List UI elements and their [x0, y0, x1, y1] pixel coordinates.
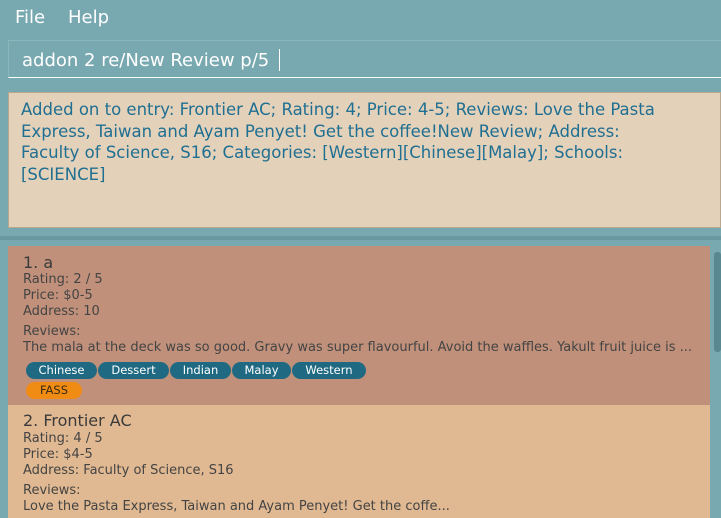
entry-title: 2. Frontier AC	[23, 411, 132, 430]
scrollbar-thumb[interactable]	[714, 252, 721, 352]
list-scrollbar[interactable]	[712, 246, 721, 518]
result-line: Faculty of Science, S16; Categories: [We…	[21, 143, 624, 162]
entry-list: 1. a Rating: 2 / 5 Price: $0-5 Address: …	[8, 246, 710, 518]
entry-address: Address: Faculty of Science, S16	[23, 463, 234, 478]
entry-reviews-label: Reviews:	[23, 483, 81, 498]
entry-rating: Rating: 4 / 5	[23, 431, 103, 446]
entry-price: Price: $4-5	[23, 447, 93, 462]
entry-title: 1. a	[23, 253, 54, 272]
command-text[interactable]: addon 2 re/New Review p/5	[22, 50, 269, 71]
category-tag: Western	[292, 362, 366, 379]
entry-reviews: Love the Pasta Express, Taiwan and Ayam …	[23, 499, 450, 514]
category-tag: Malay	[232, 362, 291, 379]
text-caret	[279, 49, 280, 71]
panel-divider	[0, 236, 721, 240]
result-line: Express, Taiwan and Ayam Penyet! Get the…	[21, 121, 620, 141]
result-message: Added on to entry: Frontier AC; Rating: …	[21, 99, 711, 185]
entry-reviews-label: Reviews:	[23, 324, 81, 339]
category-tag: Indian	[170, 362, 231, 379]
result-line: Added on to entry: Frontier AC; Rating: …	[21, 100, 655, 119]
menu-file[interactable]: File	[15, 7, 45, 28]
command-input[interactable]: addon 2 re/New Review p/5	[8, 40, 721, 78]
result-line: [SCIENCE]	[21, 164, 106, 184]
entry-price: Price: $0-5	[23, 288, 93, 303]
category-tag: Dessert	[98, 362, 169, 379]
result-display: Added on to entry: Frontier AC; Rating: …	[8, 92, 721, 228]
entry-rating: Rating: 2 / 5	[23, 272, 103, 287]
entry-reviews: The mala at the deck was so good. Gravy …	[23, 340, 693, 355]
category-tag: Chinese	[26, 362, 97, 379]
entry-card[interactable]: 1. a Rating: 2 / 5 Price: $0-5 Address: …	[8, 246, 710, 405]
entry-card[interactable]: 2. Frontier AC Rating: 4 / 5 Price: $4-5…	[8, 405, 710, 518]
entry-address: Address: 10	[23, 304, 100, 319]
menu-help[interactable]: Help	[68, 7, 109, 28]
menu-bar: File Help	[0, 0, 721, 34]
school-tag: FASS	[26, 382, 82, 399]
